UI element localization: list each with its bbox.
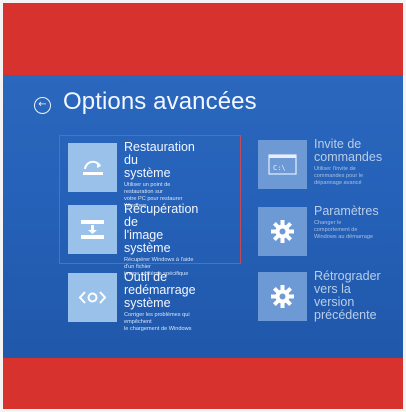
- option-description-line2: Windows au démarrage: [314, 234, 374, 240]
- option-description-line2: dépannage avancé: [314, 180, 362, 186]
- option-description-line2: le chargement de Windows: [124, 326, 192, 332]
- option-title: Outil de redémarrage: [124, 270, 196, 297]
- photo-frame: ← Options avancées Restauration du systè…: [3, 3, 403, 409]
- prompt-text: C:\: [273, 164, 286, 172]
- settings-gear-icon: [258, 272, 307, 321]
- option-title-line2: l'image système: [124, 228, 171, 255]
- option-title-line2: version précédente: [314, 295, 377, 322]
- restore-icon: [68, 143, 117, 192]
- option-title: Restauration du: [124, 140, 195, 167]
- back-arrow-icon[interactable]: ←: [34, 97, 51, 114]
- page-title: Options avancées: [63, 88, 257, 115]
- option-description: Récupérer Windows à l'aide d'un fichier: [124, 257, 194, 270]
- system-image-icon: [68, 205, 117, 254]
- option-title-line2: système: [124, 166, 171, 180]
- startup-repair-icon: [68, 273, 117, 322]
- option-description: Utiliser l'invite de commandes pour le: [314, 166, 364, 179]
- option-title: Invite de commandes: [314, 137, 383, 164]
- option-title-line2: système: [124, 296, 171, 310]
- advanced-options-screen: ← Options avancées Restauration du systè…: [3, 75, 403, 358]
- option-title: Rétrograder vers la: [314, 269, 381, 296]
- option-title: Récupération de: [124, 202, 199, 229]
- option-title: Paramètres: [314, 204, 379, 218]
- settings-gear-icon: [258, 207, 307, 256]
- option-description: Changer le comportement de: [314, 220, 358, 233]
- option-description: Utiliser un point de restauration sur: [124, 182, 171, 195]
- option-description: Corriger les problèmes qui empêchent: [124, 312, 190, 325]
- command-prompt-icon: C:\: [258, 140, 307, 189]
